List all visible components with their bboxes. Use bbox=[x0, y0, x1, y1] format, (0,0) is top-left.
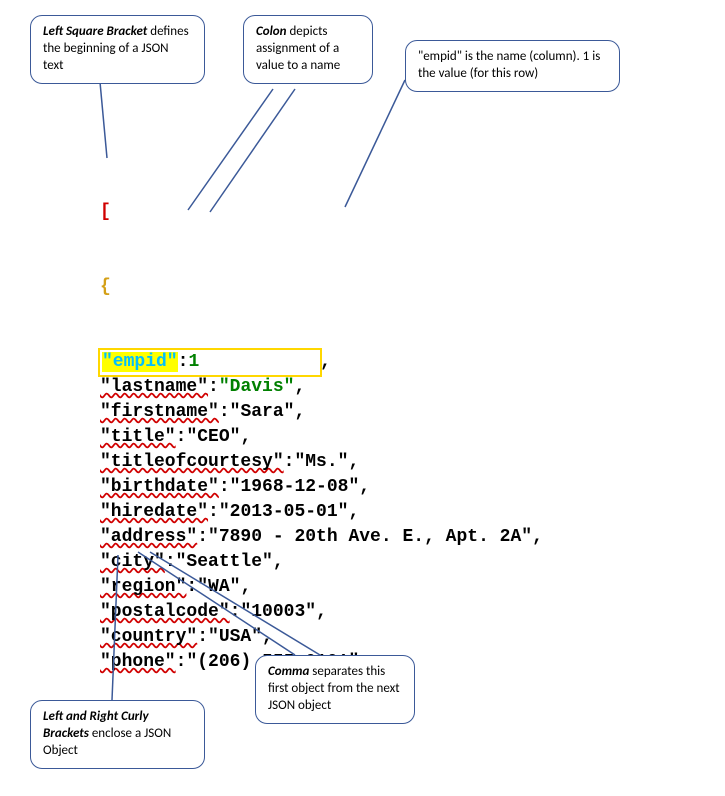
json-key: "city" bbox=[100, 552, 165, 572]
json-key: "title" bbox=[100, 427, 176, 447]
json-value: "1968-12-08" bbox=[230, 477, 360, 497]
open-bracket: [ bbox=[100, 202, 111, 222]
json-key: "empid" bbox=[102, 352, 178, 372]
json-key: "address" bbox=[100, 527, 197, 547]
open-brace-line: { bbox=[100, 275, 543, 300]
colon: : bbox=[186, 577, 197, 597]
callout-colon: Colon depicts assignment of a value to a… bbox=[243, 15, 373, 84]
comma: , bbox=[294, 377, 305, 397]
comma: , bbox=[359, 477, 370, 497]
colon: : bbox=[284, 452, 295, 472]
callout-colon-bold: Colon bbox=[256, 24, 287, 39]
json-field-line: "address":"7890 - 20th Ave. E., Apt. 2A"… bbox=[100, 525, 543, 550]
callout-comma-bold: Comma bbox=[268, 664, 309, 679]
colon: : bbox=[230, 602, 241, 622]
json-field-line: "lastname":"Davis", bbox=[100, 375, 543, 400]
json-field-line: "region":"WA", bbox=[100, 575, 543, 600]
json-field-line: "empid":1 , bbox=[100, 350, 543, 375]
comma: , bbox=[240, 427, 251, 447]
callout-comma: Comma separates this first object from t… bbox=[255, 655, 415, 724]
callout-empid-text: "empid" is the name (column). 1 is the v… bbox=[418, 49, 600, 81]
json-field-line: "firstname":"Sara", bbox=[100, 400, 543, 425]
comma: , bbox=[532, 527, 543, 547]
comma: , bbox=[320, 352, 331, 372]
json-key: "country" bbox=[100, 627, 197, 647]
json-key: "phone" bbox=[100, 652, 176, 672]
json-field-line: "country":"USA", bbox=[100, 625, 543, 650]
json-key: "postalcode" bbox=[100, 602, 230, 622]
colon: : bbox=[208, 502, 219, 522]
comma: , bbox=[294, 402, 305, 422]
callout-left-bracket-bold: Left Square Bracket bbox=[43, 24, 147, 39]
json-field-line: "birthdate":"1968-12-08", bbox=[100, 475, 543, 500]
callout-empid: "empid" is the name (column). 1 is the v… bbox=[405, 40, 620, 92]
open-bracket-line: [ bbox=[100, 200, 543, 225]
json-field-line: "hiredate":"2013-05-01", bbox=[100, 500, 543, 525]
json-key: "titleofcourtesy" bbox=[100, 452, 284, 472]
json-key: "lastname" bbox=[100, 377, 208, 397]
json-key: "birthdate" bbox=[100, 477, 219, 497]
colon: : bbox=[197, 627, 208, 647]
open-brace: { bbox=[100, 277, 111, 297]
json-value: "2013-05-01" bbox=[219, 502, 349, 522]
json-value: "Sara" bbox=[230, 402, 295, 422]
comma: , bbox=[273, 552, 284, 572]
colon: : bbox=[165, 552, 176, 572]
colon: : bbox=[176, 427, 187, 447]
colon: : bbox=[197, 527, 208, 547]
callout-left-bracket: Left Square Bracket defines the beginnin… bbox=[30, 15, 205, 84]
colon: : bbox=[178, 352, 189, 372]
json-value: "Seattle" bbox=[176, 552, 273, 572]
callout-curly: Left and Right Curly Brackets enclose a … bbox=[30, 700, 205, 769]
json-key: "hiredate" bbox=[100, 502, 208, 522]
json-field-line: "city":"Seattle", bbox=[100, 550, 543, 575]
json-value: "Davis" bbox=[219, 377, 295, 397]
json-value: 1 bbox=[188, 352, 199, 372]
comma: , bbox=[240, 577, 251, 597]
colon: : bbox=[219, 402, 230, 422]
comma: , bbox=[348, 502, 359, 522]
json-value: "Ms." bbox=[294, 452, 348, 472]
json-field-line: "titleofcourtesy":"Ms.", bbox=[100, 450, 543, 475]
colon: : bbox=[208, 377, 219, 397]
comma: , bbox=[348, 452, 359, 472]
highlighted-field: "empid":1 bbox=[98, 348, 322, 377]
colon: : bbox=[176, 652, 187, 672]
json-key: "region" bbox=[100, 577, 186, 597]
comma: , bbox=[262, 627, 273, 647]
json-value: "WA" bbox=[197, 577, 240, 597]
json-key: "firstname" bbox=[100, 402, 219, 422]
comma: , bbox=[316, 602, 327, 622]
json-field-line: "title":"CEO", bbox=[100, 425, 543, 450]
colon: : bbox=[219, 477, 230, 497]
json-value: "10003" bbox=[240, 602, 316, 622]
json-value: "CEO" bbox=[186, 427, 240, 447]
json-value: "USA" bbox=[208, 627, 262, 647]
json-value: "7890 - 20th Ave. E., Apt. 2A" bbox=[208, 527, 532, 547]
json-field-line: "postalcode":"10003", bbox=[100, 600, 543, 625]
json-fields: "empid":1 ,"lastname":"Davis","firstname… bbox=[100, 350, 543, 675]
